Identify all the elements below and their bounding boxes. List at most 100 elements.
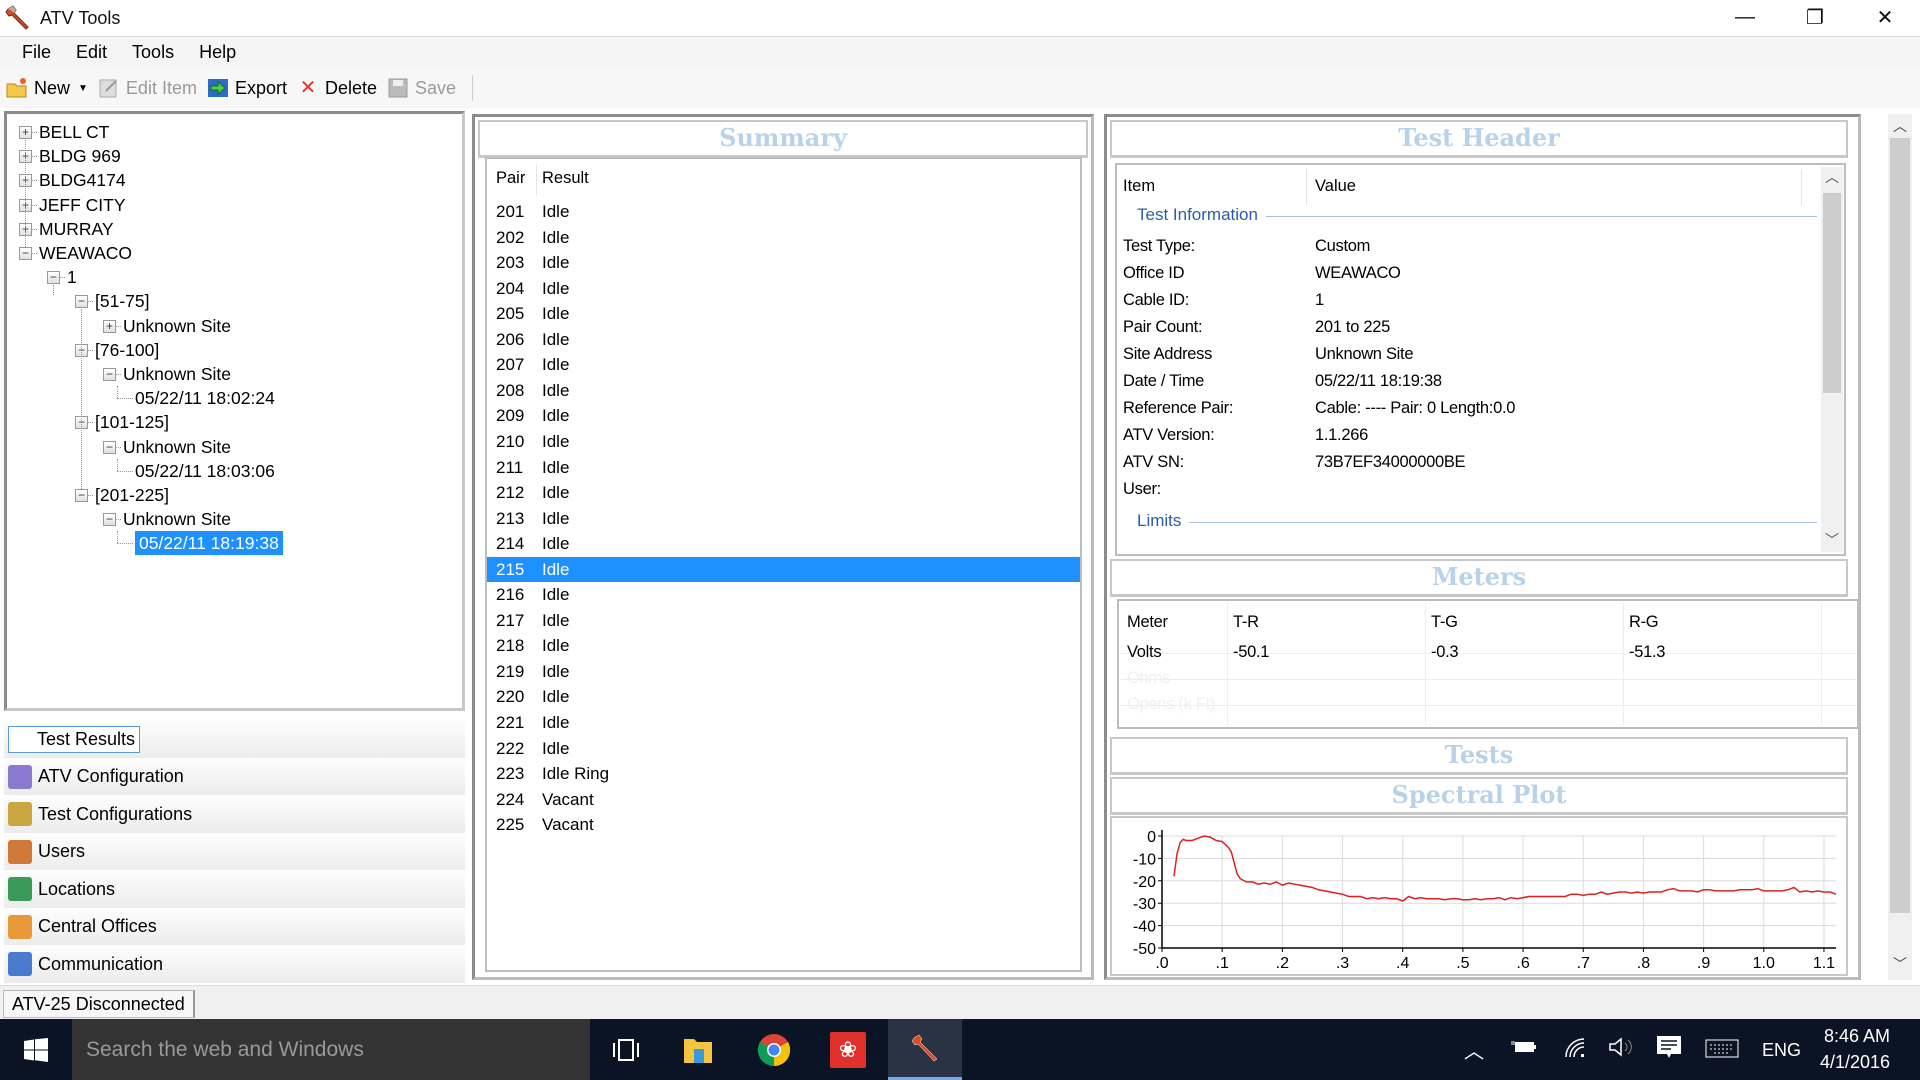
tree-node[interactable]: JEFF CITY	[39, 193, 126, 217]
tree-node[interactable]: Unknown Site	[123, 314, 231, 338]
tree-node[interactable]: [76-100]	[95, 338, 159, 362]
scroll-thumb[interactable]	[1823, 193, 1841, 393]
nav-item-test-configurations[interactable]: Test Configurations	[4, 796, 465, 834]
tree-node[interactable]: Unknown Site	[123, 435, 231, 459]
tree-node[interactable]: BLDG 969	[39, 144, 121, 168]
scroll-up-icon[interactable]: ︿	[1888, 116, 1912, 136]
tree-node[interactable]: BLDG4174	[39, 168, 126, 192]
menu-tools[interactable]: Tools	[120, 42, 187, 63]
tree-node[interactable]: 05/22/11 18:03:06	[135, 459, 275, 483]
collapse-icon[interactable]: −	[75, 295, 88, 309]
file-explorer-button[interactable]	[662, 1019, 734, 1080]
tree-node[interactable]: WEAWACO	[39, 241, 132, 265]
menu-file[interactable]: File	[10, 42, 64, 63]
summary-row[interactable]: 208 Idle	[487, 378, 1080, 404]
menu-edit[interactable]: Edit	[64, 42, 120, 63]
summary-row[interactable]: 214 Idle	[487, 531, 1080, 557]
expand-icon[interactable]: +	[19, 126, 32, 139]
touch-keyboard-icon[interactable]	[1705, 1039, 1739, 1064]
tree-node[interactable]: [51-75]	[95, 289, 149, 313]
summary-row[interactable]: 215 Idle	[487, 556, 1080, 583]
summary-row[interactable]: 206 Idle	[487, 327, 1080, 353]
summary-row[interactable]: 217 Idle	[487, 608, 1080, 634]
summary-row[interactable]: 213 Idle	[487, 506, 1080, 532]
menu-help[interactable]: Help	[187, 42, 249, 63]
save-button[interactable]: Save	[387, 77, 456, 99]
summary-row[interactable]: 222 Idle	[487, 736, 1080, 762]
expand-icon[interactable]: +	[103, 319, 116, 333]
task-view-button[interactable]	[590, 1019, 662, 1080]
new-dropdown-icon[interactable]: ▼	[78, 83, 88, 94]
nav-item-central-offices[interactable]: Central Offices	[4, 908, 465, 946]
close-button[interactable]: ✕	[1850, 0, 1920, 34]
tree-node[interactable]: 05/22/11 18:02:24	[135, 386, 275, 410]
tree-node[interactable]: 1	[67, 265, 77, 289]
export-button[interactable]: Export	[207, 77, 287, 99]
new-button[interactable]: New ▼	[6, 77, 88, 99]
column-header-result[interactable]: Result	[542, 169, 589, 188]
wifi-icon[interactable]	[1562, 1035, 1588, 1064]
nav-item-atv-configuration[interactable]: ATV Configuration	[4, 758, 465, 796]
collapse-icon[interactable]: −	[103, 513, 116, 527]
tree-node[interactable]: MURRAY	[39, 217, 114, 241]
tree-node[interactable]: Unknown Site	[123, 507, 231, 531]
battery-icon[interactable]	[1511, 1039, 1537, 1060]
nav-item-test-results[interactable]: Test Results	[4, 721, 465, 759]
summary-list[interactable]: Pair Result 201 Idle 202 Idle 203 Idle 204 Idle…	[485, 157, 1082, 972]
tree-node[interactable]: [101-125]	[95, 410, 169, 434]
search-box[interactable]: Search the web and Windows	[72, 1019, 590, 1080]
clock-time[interactable]: 8:46 AM	[1824, 1026, 1890, 1047]
ladybug-app-button[interactable]: ❀	[812, 1019, 884, 1080]
delete-button[interactable]: ✕ Delete	[297, 77, 377, 99]
summary-row[interactable]: 203 Idle	[487, 250, 1080, 276]
summary-row[interactable]: 210 Idle	[487, 429, 1080, 455]
summary-row[interactable]: 205 Idle	[487, 301, 1080, 327]
collapse-icon[interactable]: −	[103, 368, 116, 381]
summary-row[interactable]: 202 Idle	[487, 225, 1080, 251]
chrome-button[interactable]	[738, 1019, 810, 1080]
tree-node[interactable]: [201-225]	[95, 483, 169, 507]
summary-row[interactable]: 212 Idle	[487, 480, 1080, 506]
show-hidden-icons[interactable]: ︿	[1464, 1035, 1484, 1064]
restore-button[interactable]: ❐	[1780, 0, 1850, 34]
summary-row[interactable]: 201 Idle	[487, 199, 1080, 225]
main-scrollbar[interactable]: ︿ ﹀	[1888, 114, 1912, 980]
scroll-up-icon[interactable]: ︿	[1821, 167, 1843, 189]
collapse-icon[interactable]: −	[103, 440, 116, 454]
summary-row[interactable]: 224 Vacant	[487, 787, 1080, 813]
collapse-icon[interactable]: −	[19, 247, 32, 260]
nav-item-locations[interactable]: Locations	[4, 871, 465, 909]
test-header-grid[interactable]: Item Value Test Information Test Type: Cu…	[1115, 163, 1846, 556]
summary-row[interactable]: 207 Idle	[487, 352, 1080, 378]
column-header-pair[interactable]: Pair	[496, 169, 525, 188]
summary-row[interactable]: 225 Vacant	[487, 812, 1080, 838]
summary-row[interactable]: 221 Idle	[487, 710, 1080, 736]
summary-row[interactable]: 219 Idle	[487, 659, 1080, 685]
clock-date[interactable]: 4/1/2016	[1820, 1052, 1890, 1073]
meters-grid[interactable]: Meter T-R T-G R-G Volts -50.1 -0.3 -51.3 Ohms Ope…	[1117, 599, 1859, 729]
scroll-down-icon[interactable]: ﹀	[1821, 530, 1843, 552]
tests-title[interactable]: Tests	[1112, 739, 1846, 771]
start-button[interactable]	[0, 1019, 72, 1080]
volume-icon[interactable]	[1608, 1035, 1634, 1064]
summary-row[interactable]: 220 Idle	[487, 684, 1080, 710]
collapse-icon[interactable]: −	[47, 271, 60, 285]
summary-row[interactable]: 216 Idle	[487, 582, 1080, 608]
nav-item-communication[interactable]: Communication	[4, 946, 465, 984]
scroll-thumb[interactable]	[1890, 138, 1910, 913]
action-center-icon[interactable]	[1656, 1035, 1682, 1068]
language-indicator[interactable]: ENG	[1762, 1040, 1801, 1061]
summary-row[interactable]: 223 Idle Ring	[487, 761, 1080, 787]
atv-tools-taskbar-button[interactable]	[888, 1019, 962, 1080]
summary-row[interactable]: 218 Idle	[487, 633, 1080, 659]
summary-row[interactable]: 211 Idle	[487, 455, 1080, 481]
tree-node[interactable]: 05/22/11 18:19:38	[135, 531, 283, 556]
summary-row[interactable]: 204 Idle	[487, 276, 1080, 302]
minimize-button[interactable]: —	[1710, 0, 1780, 34]
summary-row[interactable]: 209 Idle	[487, 403, 1080, 429]
edit-item-button[interactable]: Edit Item	[98, 77, 197, 99]
scroll-down-icon[interactable]: ﹀	[1888, 954, 1912, 974]
tree-node[interactable]: BELL CT	[39, 120, 109, 144]
tree-node[interactable]: Unknown Site	[123, 362, 231, 386]
nav-item-users[interactable]: Users	[4, 833, 465, 871]
